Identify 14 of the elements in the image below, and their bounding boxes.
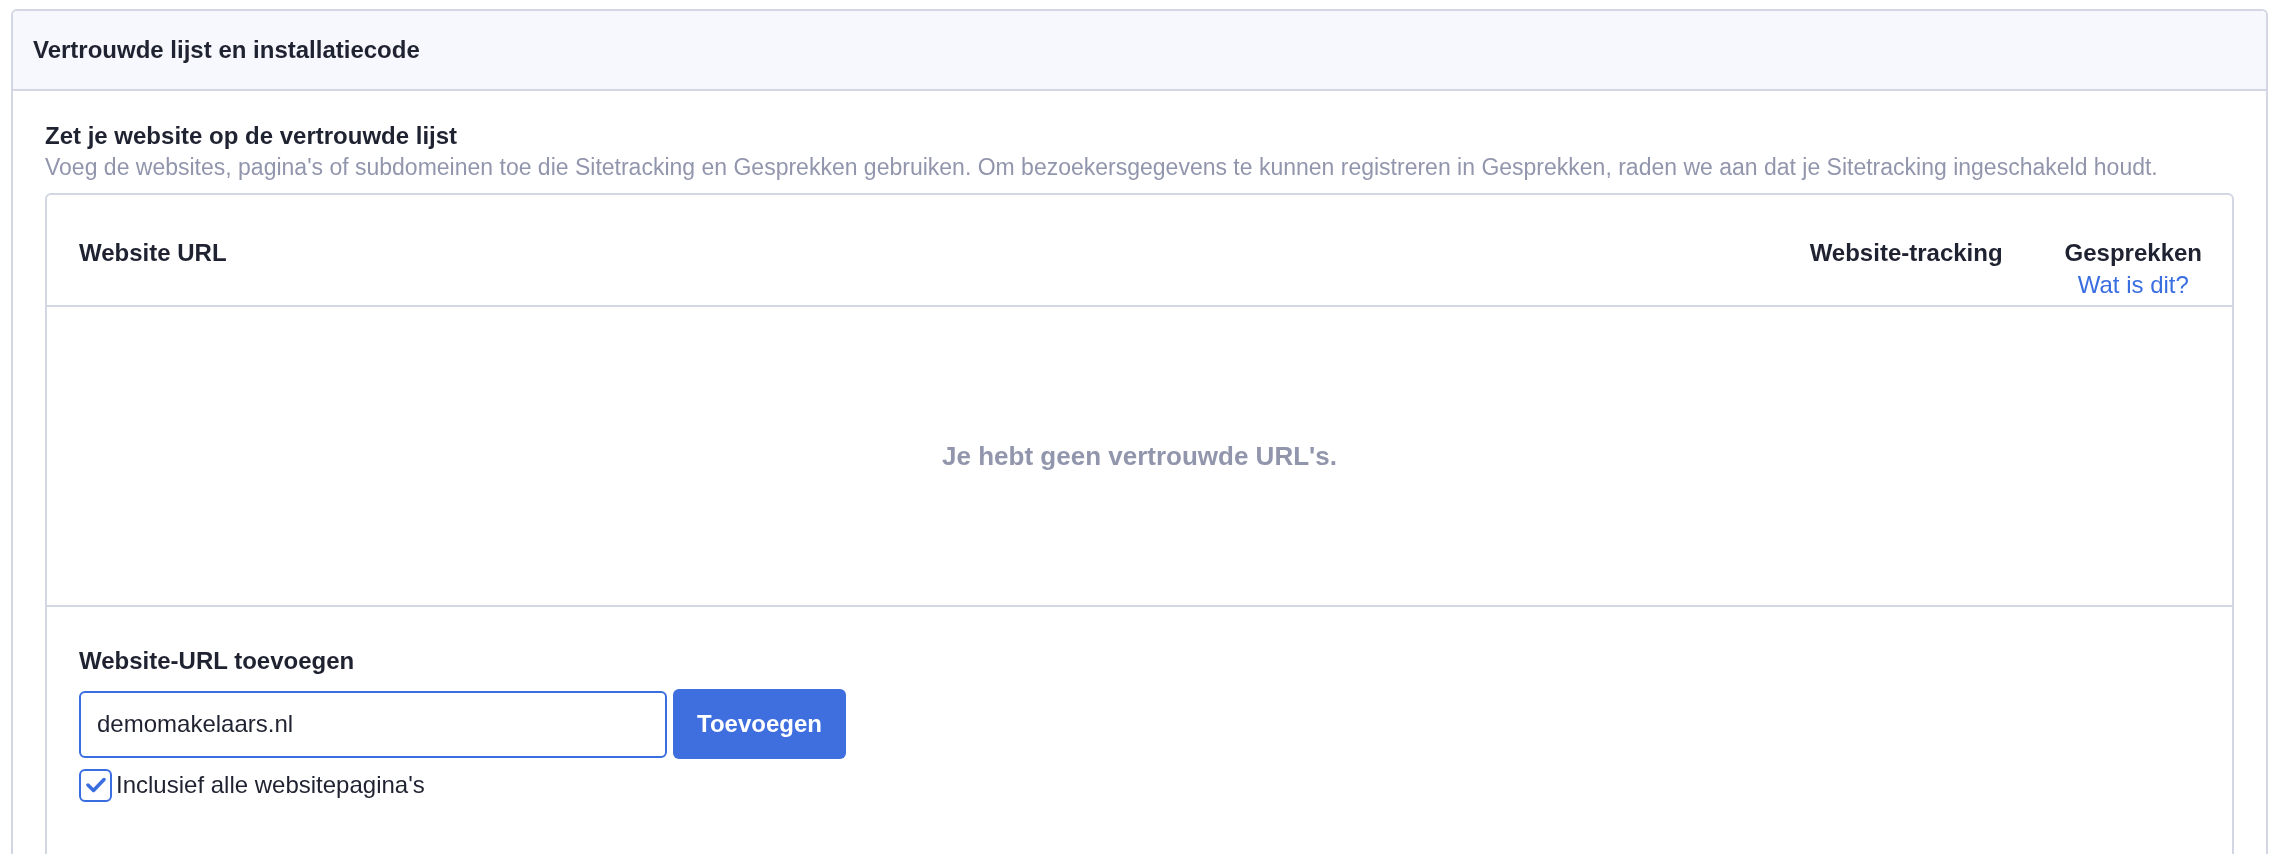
checkmark-icon — [85, 777, 106, 793]
help-link[interactable]: Wat is dit? — [2077, 271, 2189, 299]
checkbox[interactable] — [79, 768, 112, 802]
section-description: Voeg de websites, pagina's of subdomeinen toe die Sitetracking en Gesprekken gebruiken. Om bezoekersgegevens te kunnen registreren in Gesprekken, raden we aan dat je Sitetracking ingeschakeld houdt. — [45, 153, 2159, 182]
field-label: Website-URL toevoegen — [79, 646, 356, 676]
checkbox-label: Inclusief alle websitepagina's — [116, 770, 425, 800]
section-heading: Zet je website op de vertrouwde lijst — [45, 121, 459, 151]
column-header: Website URL — [79, 238, 228, 268]
panel-title: Vertrouwde lijst en installatiecode — [33, 35, 420, 65]
empty-state-message: Je hebt geen vertrouwde URL's. — [942, 439, 1337, 473]
column-header: Website-tracking — [1809, 238, 2003, 268]
column-header: Gesprekken — [2064, 238, 2202, 268]
url-input-field[interactable]: demomakelaars.nl — [79, 690, 667, 758]
add-button[interactable]: Toevoegen — [673, 689, 846, 759]
